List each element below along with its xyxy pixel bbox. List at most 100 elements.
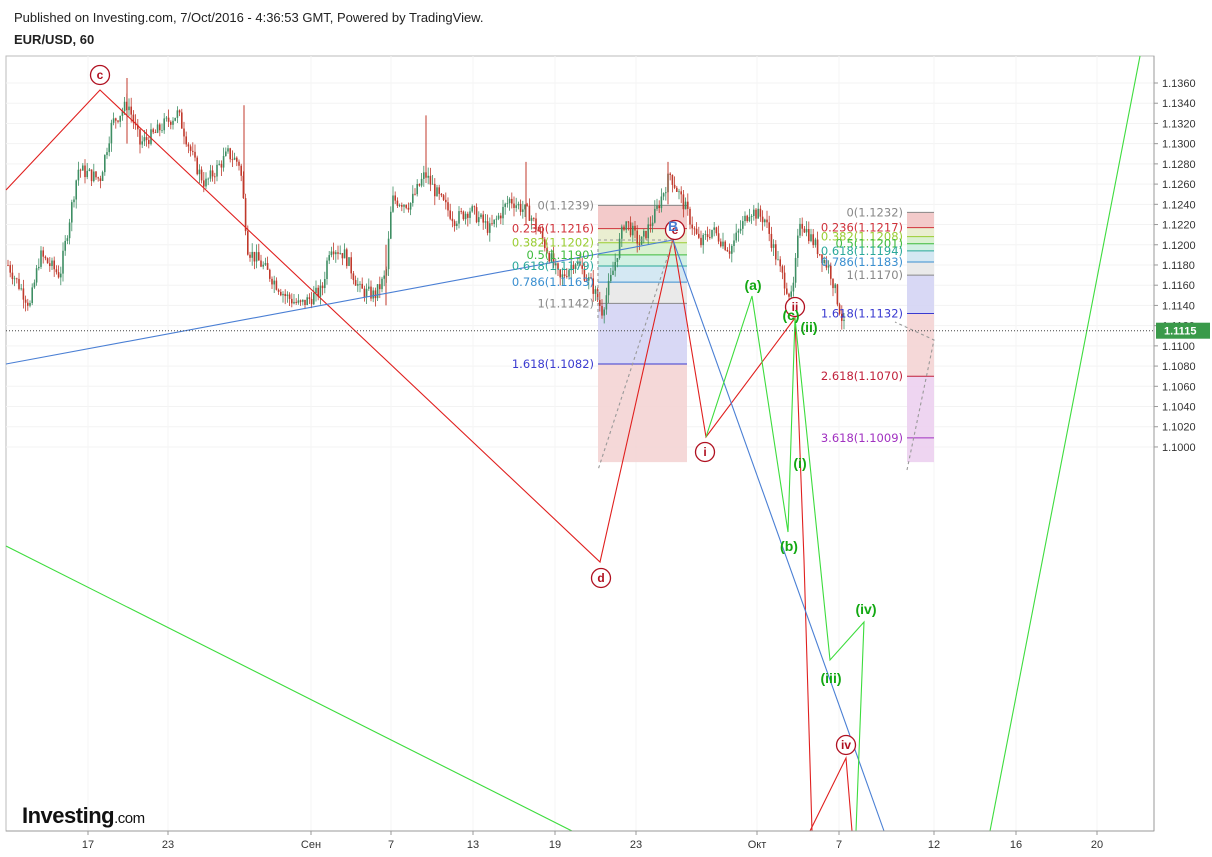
candle-body bbox=[783, 272, 786, 289]
candle-body bbox=[350, 257, 352, 274]
wave-label-red: d bbox=[597, 571, 604, 585]
candle-body bbox=[704, 234, 707, 236]
candle-body bbox=[181, 112, 183, 129]
fib-label-right: 1.618(1.1132) bbox=[821, 307, 903, 321]
candle-body bbox=[71, 202, 73, 223]
candle-body bbox=[295, 301, 297, 303]
candle-body bbox=[493, 219, 495, 225]
x-tick-label: 13 bbox=[467, 839, 479, 851]
candle-body bbox=[651, 222, 654, 226]
candle-body bbox=[750, 215, 753, 217]
candle-body bbox=[834, 284, 836, 289]
candle-body bbox=[357, 284, 359, 286]
candle-body bbox=[671, 174, 674, 185]
candle-body bbox=[634, 225, 636, 231]
candle-body bbox=[381, 278, 383, 290]
candle-body bbox=[491, 223, 493, 225]
candle-body bbox=[504, 203, 506, 207]
candle-body bbox=[29, 302, 31, 306]
fib-label-right: 0.786(1.1183) bbox=[821, 255, 903, 269]
wave-label-green: (a) bbox=[744, 277, 761, 293]
price-chart[interactable]: 0(1.1239)0.236(1.1216)0.382(1.1202)0.5(1… bbox=[0, 0, 1212, 857]
candle-body bbox=[445, 199, 447, 203]
fib-label-left: 1(1.1142) bbox=[537, 296, 594, 310]
candle-body bbox=[205, 178, 207, 187]
candle-body bbox=[731, 245, 733, 254]
candle-body bbox=[84, 165, 86, 178]
candle-body bbox=[768, 222, 770, 234]
candle-body bbox=[233, 157, 236, 160]
candle-body bbox=[189, 146, 192, 151]
wave-label-green: (i) bbox=[793, 455, 806, 471]
candle-body bbox=[330, 251, 333, 256]
candle-body bbox=[695, 228, 698, 234]
candle-body bbox=[601, 305, 603, 316]
candle-body bbox=[759, 208, 762, 217]
candle-body bbox=[414, 193, 416, 195]
candle-body bbox=[200, 169, 203, 181]
candle-body bbox=[673, 184, 676, 188]
candle-body bbox=[258, 252, 260, 261]
candle-body bbox=[90, 169, 93, 182]
candle-body bbox=[594, 289, 597, 294]
candle-body bbox=[106, 152, 108, 156]
candle-body bbox=[73, 199, 75, 203]
candle-body bbox=[148, 140, 150, 145]
candle-body bbox=[141, 141, 143, 145]
fib-label-left: 0.236(1.1216) bbox=[512, 222, 594, 236]
candle-body bbox=[469, 211, 471, 218]
candle-body bbox=[720, 241, 722, 247]
candle-body bbox=[24, 299, 27, 303]
candle-body bbox=[647, 224, 649, 239]
candle-body bbox=[726, 249, 729, 252]
fib-zone-left bbox=[598, 254, 687, 266]
candle-body bbox=[271, 278, 273, 285]
candle-body bbox=[475, 207, 478, 223]
candle-body bbox=[781, 266, 784, 273]
wave-label-green: (ii) bbox=[800, 319, 817, 335]
candle-body bbox=[95, 171, 97, 178]
candle-body bbox=[797, 235, 799, 258]
candle-body bbox=[480, 214, 482, 218]
candle-body bbox=[225, 151, 227, 156]
candle-body bbox=[423, 172, 425, 179]
candle-body bbox=[456, 223, 458, 226]
candle-body bbox=[449, 210, 451, 219]
candle-body bbox=[368, 286, 370, 289]
candle-body bbox=[108, 143, 110, 153]
candle-body bbox=[374, 290, 377, 299]
candle-body bbox=[306, 297, 308, 306]
candle-body bbox=[500, 215, 502, 219]
candle-body bbox=[216, 164, 218, 177]
candle-body bbox=[711, 229, 713, 238]
fib-label-right: 0(1.1232) bbox=[846, 205, 903, 219]
candle-body bbox=[130, 106, 132, 115]
fib-zone-right bbox=[907, 236, 934, 244]
candle-body bbox=[755, 209, 757, 219]
candle-body bbox=[799, 223, 801, 236]
candle-body bbox=[502, 206, 504, 219]
candle-body bbox=[396, 200, 399, 206]
candle-body bbox=[110, 122, 113, 144]
candle-body bbox=[416, 183, 418, 195]
fib-zone-left bbox=[598, 303, 687, 365]
candle-body bbox=[310, 298, 313, 305]
candle-body bbox=[154, 132, 157, 134]
fib-label-left: 0.618(1.1179) bbox=[512, 259, 594, 273]
candle-body bbox=[104, 155, 106, 173]
candle-body bbox=[517, 203, 520, 206]
candle-body bbox=[777, 259, 779, 261]
candle-body bbox=[623, 226, 625, 230]
candle-body bbox=[790, 291, 792, 297]
candle-body bbox=[238, 161, 240, 166]
candle-body bbox=[282, 293, 284, 296]
candle-body bbox=[328, 255, 330, 261]
candle-body bbox=[20, 288, 22, 290]
candle-body bbox=[68, 222, 71, 239]
candle-body bbox=[636, 230, 638, 244]
candle-body bbox=[343, 249, 346, 259]
wave-label-green: (iii) bbox=[821, 670, 842, 686]
wave-label-green: (b) bbox=[780, 538, 798, 554]
candle-body bbox=[304, 299, 306, 306]
candle-body bbox=[264, 263, 267, 265]
